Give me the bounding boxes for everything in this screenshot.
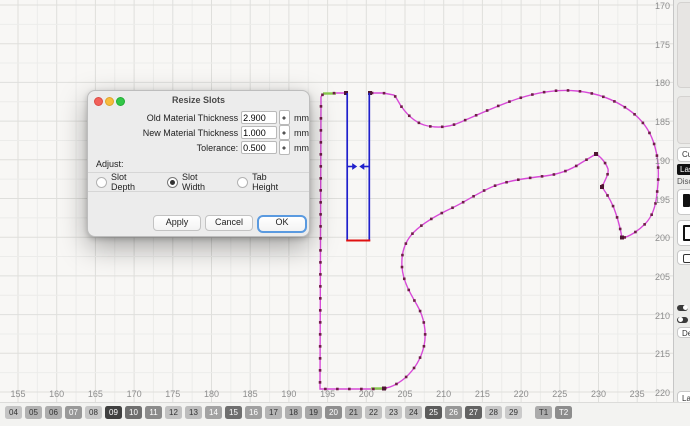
cut-button[interactable]: Cut — [677, 147, 690, 162]
right-panel: Cut Lase Disco C U De Las — [673, 0, 690, 403]
radio-slot-depth[interactable]: Slot Depth — [96, 172, 145, 192]
tolerance-label: Tolerance: — [91, 143, 238, 153]
default-button[interactable]: De — [677, 327, 690, 338]
layer-tab-25[interactable]: 25 — [425, 406, 442, 419]
layer-tab-06[interactable]: 06 — [45, 406, 62, 419]
layer-tab-11[interactable]: 11 — [145, 406, 162, 419]
layer-tab-24[interactable]: 24 — [405, 406, 422, 419]
home-icon — [683, 254, 690, 263]
layer-tab-t2[interactable]: T2 — [555, 406, 572, 419]
layer-tab-09[interactable]: 09 — [105, 406, 122, 419]
zoom-window-icon[interactable] — [116, 97, 125, 106]
old-thickness-unit: mm — [294, 113, 309, 123]
app-window: 1551601651701751801851901952002052102152… — [0, 0, 690, 426]
old-thickness-label: Old Material Thickness — [91, 113, 238, 123]
radio-icon — [167, 177, 178, 188]
new-thickness-label: New Material Thickness — [91, 128, 238, 138]
tolerance-unit: mm — [294, 143, 309, 153]
layer-tab-29[interactable]: 29 — [505, 406, 522, 419]
layer-tab-18[interactable]: 18 — [285, 406, 302, 419]
frame-button[interactable] — [677, 220, 690, 246]
minimize-window-icon[interactable] — [105, 97, 114, 106]
resize-slots-dialog: Resize Slots Old Material Thickness mm N… — [87, 90, 310, 237]
panel-section-top — [677, 2, 690, 88]
layer-tab-08[interactable]: 08 — [85, 406, 102, 419]
layer-tab-04[interactable]: 04 — [5, 406, 22, 419]
toggle-u[interactable]: U — [677, 315, 690, 324]
new-thickness-unit: mm — [294, 128, 309, 138]
layer-tab-16[interactable]: 16 — [245, 406, 262, 419]
layer-tab-05[interactable]: 05 — [25, 406, 42, 419]
radio-tab-height-label: Tab Height — [252, 172, 287, 192]
radio-icon — [237, 177, 248, 188]
old-thickness-input[interactable] — [241, 111, 277, 124]
layer-tab-28[interactable]: 28 — [485, 406, 502, 419]
layer-tab-10[interactable]: 10 — [125, 406, 142, 419]
part-outline — [320, 90, 658, 389]
close-window-icon[interactable] — [94, 97, 103, 106]
laser-tab[interactable]: Lase — [677, 164, 690, 175]
layer-tab-12[interactable]: 12 — [165, 406, 182, 419]
radio-tab-height[interactable]: Tab Height — [237, 172, 287, 192]
layer-tab-26[interactable]: 26 — [445, 406, 462, 419]
adjust-radio-group: Slot Depth Slot Width Tab Height — [88, 172, 309, 192]
new-thickness-stepper[interactable] — [279, 125, 290, 140]
layer-tab-22[interactable]: 22 — [365, 406, 382, 419]
radio-slot-width[interactable]: Slot Width — [167, 172, 215, 192]
layer-tab-07[interactable]: 07 — [65, 406, 82, 419]
toggle-c[interactable]: C — [677, 303, 690, 312]
toggle-c-switch[interactable] — [677, 305, 688, 311]
apply-button[interactable]: Apply — [153, 215, 201, 231]
tolerance-stepper[interactable] — [279, 140, 290, 155]
layer-tab-13[interactable]: 13 — [185, 406, 202, 419]
laser-head-button[interactable] — [677, 189, 690, 215]
layer-tab-20[interactable]: 20 — [325, 406, 342, 419]
layer-tab-19[interactable]: 19 — [305, 406, 322, 419]
field-row-new-thickness: New Material Thickness mm — [91, 126, 309, 139]
layer-tab-t1[interactable]: T1 — [535, 406, 552, 419]
tolerance-input[interactable] — [241, 141, 277, 154]
radio-icon — [96, 177, 107, 188]
new-thickness-input[interactable] — [241, 126, 277, 139]
layer-tab-bar: 0405060708091011121314151617181920212223… — [0, 402, 690, 426]
laser-head-icon — [683, 194, 690, 207]
toggle-u-switch[interactable] — [677, 317, 688, 323]
old-thickness-stepper[interactable] — [279, 110, 290, 125]
adjust-label: Adjust: — [96, 159, 309, 169]
layer-tab-23[interactable]: 23 — [385, 406, 402, 419]
radio-slot-width-label: Slot Width — [182, 172, 215, 192]
panel-section-mid — [677, 96, 690, 144]
frame-icon — [683, 225, 690, 241]
home-button[interactable] — [677, 250, 690, 265]
layer-tab-15[interactable]: 15 — [225, 406, 242, 419]
disconnect-label: Disco — [677, 177, 690, 186]
dialog-titlebar: Resize Slots — [88, 91, 309, 109]
ok-button[interactable]: OK — [257, 215, 307, 233]
cancel-button[interactable]: Cancel — [205, 215, 253, 231]
layer-tab-14[interactable]: 14 — [205, 406, 222, 419]
radio-slot-depth-label: Slot Depth — [111, 172, 145, 192]
layer-tab-27[interactable]: 27 — [465, 406, 482, 419]
field-row-tolerance: Tolerance: mm — [91, 141, 309, 154]
layer-tab-17[interactable]: 17 — [265, 406, 282, 419]
layer-tab-21[interactable]: 21 — [345, 406, 362, 419]
field-row-old-thickness: Old Material Thickness mm — [91, 111, 309, 124]
